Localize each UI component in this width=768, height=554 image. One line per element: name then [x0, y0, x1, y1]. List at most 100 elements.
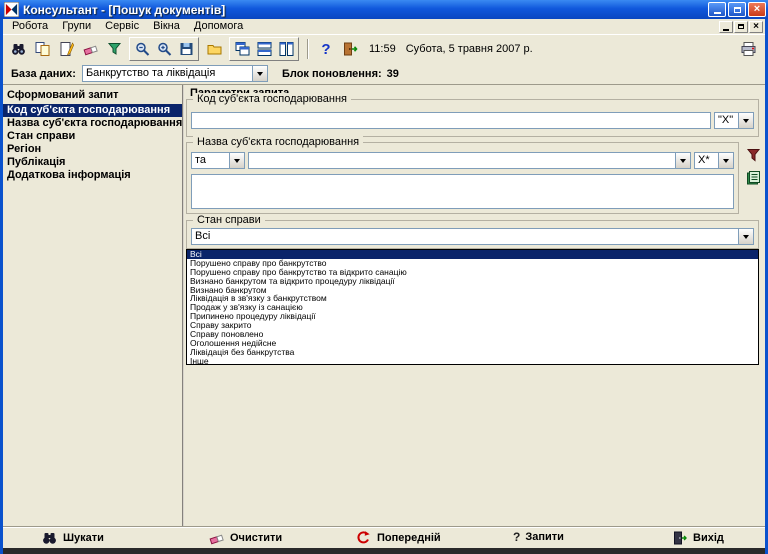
- chevron-down-icon[interactable]: [738, 229, 753, 244]
- tile-vertical-icon[interactable]: [275, 38, 297, 60]
- state-option[interactable]: Оголошення недійсне: [187, 339, 758, 348]
- state-combobox[interactable]: Всі: [191, 228, 754, 245]
- database-combobox[interactable]: Банкрутство та ліквідація: [82, 65, 268, 82]
- query-item-extra-info[interactable]: Додаткова інформація: [3, 169, 182, 182]
- name-group-label: Назва суб'єкта господарювання: [193, 136, 363, 148]
- state-dropdown-list: Всі Порушено справу про банкрутство Пору…: [186, 249, 759, 365]
- state-option[interactable]: Справу закрито: [187, 321, 758, 330]
- close-button[interactable]: ×: [748, 2, 766, 17]
- zoom-in-icon[interactable]: [153, 38, 175, 60]
- clear-button-label: Очистити: [230, 532, 282, 544]
- name-combobox[interactable]: [248, 152, 691, 169]
- mdi-window-controls: ×: [719, 21, 765, 33]
- chevron-down-icon[interactable]: [252, 66, 267, 81]
- state-value: Всі: [192, 229, 738, 244]
- state-group-label: Стан справи: [193, 214, 265, 226]
- state-row: Всі: [191, 228, 754, 245]
- state-option[interactable]: Інше: [187, 357, 758, 365]
- chevron-down-icon[interactable]: [675, 153, 690, 168]
- close-icon: ×: [754, 4, 760, 15]
- code-input[interactable]: [191, 112, 711, 129]
- back-arrow-icon: [355, 530, 372, 546]
- clock-text: 11:59: [369, 43, 396, 55]
- date-text: Субота, 5 травня 2007 р.: [406, 43, 533, 55]
- query-item-code[interactable]: Код суб'єкта господарювання: [3, 104, 182, 117]
- name-input[interactable]: [249, 153, 675, 168]
- query-item-publication[interactable]: Публікація: [3, 156, 182, 169]
- exit-icon: [671, 530, 688, 546]
- state-option[interactable]: Припинено процедуру ліквідації: [187, 312, 758, 321]
- exit-door-icon[interactable]: [339, 38, 361, 60]
- edit-icon[interactable]: [55, 38, 77, 60]
- chevron-down-icon[interactable]: [229, 153, 244, 168]
- zoom-out-icon[interactable]: [131, 38, 153, 60]
- mdi-restore-button[interactable]: [734, 21, 748, 33]
- exit-button[interactable]: Вихід: [671, 530, 724, 546]
- state-groupbox: Стан справи Всі: [186, 220, 759, 249]
- filter-icon[interactable]: [103, 38, 125, 60]
- database-label: База даних:: [11, 68, 76, 80]
- menu-grupy[interactable]: Групи: [55, 19, 98, 34]
- question-icon: ?: [513, 530, 520, 544]
- state-option[interactable]: Справу поновлено: [187, 330, 758, 339]
- name-dictionary-icon[interactable]: [745, 170, 762, 186]
- save-icon[interactable]: [175, 38, 197, 60]
- help-icon[interactable]: ?: [315, 38, 337, 60]
- print-icon[interactable]: [737, 38, 759, 60]
- update-block-value: 39: [387, 68, 399, 80]
- window-controls: ×: [708, 2, 766, 17]
- toolbar: ? 11:59 Субота, 5 травня 2007 р.: [3, 34, 765, 63]
- footer-bar: Шукати Очистити Попередній ? Запити Вихі…: [3, 526, 765, 548]
- menu-vikna[interactable]: Вікна: [146, 19, 187, 34]
- name-mask-combobox[interactable]: X*: [694, 152, 734, 169]
- clear-icon[interactable]: [79, 38, 101, 60]
- menu-servis[interactable]: Сервіс: [98, 19, 146, 34]
- mdi-close-button[interactable]: ×: [749, 21, 763, 33]
- search-button[interactable]: Шукати: [41, 530, 104, 546]
- name-filter-icon[interactable]: [745, 147, 762, 163]
- menu-dopomoga[interactable]: Допомога: [187, 19, 250, 34]
- name-connector-value: та: [192, 153, 229, 168]
- open-folder-icon[interactable]: [203, 38, 225, 60]
- update-block-label: Блок поновлення:: [282, 68, 382, 80]
- queries-button[interactable]: ? Запити: [513, 530, 564, 544]
- search-icon[interactable]: [7, 38, 29, 60]
- exit-button-label: Вихід: [693, 532, 724, 544]
- code-mask-combobox[interactable]: "X": [714, 112, 754, 129]
- state-option[interactable]: Продаж у зв'язку із санацією: [187, 303, 758, 312]
- search-button-label: Шукати: [63, 532, 104, 544]
- minimize-button[interactable]: [708, 2, 726, 17]
- menu-robota[interactable]: Робота: [5, 19, 55, 34]
- query-item-region[interactable]: Регіон: [3, 143, 182, 156]
- cascade-windows-icon[interactable]: [231, 38, 253, 60]
- query-list: Код суб'єкта господарювання Назва суб'єк…: [3, 104, 182, 182]
- name-connector-combobox[interactable]: та: [191, 152, 245, 169]
- code-row: "X": [191, 112, 754, 129]
- documents-icon[interactable]: [31, 38, 53, 60]
- chevron-down-icon[interactable]: [718, 153, 733, 168]
- mdi-minimize-button[interactable]: [719, 21, 733, 33]
- screen-bottom-edge: [3, 548, 765, 554]
- clear-button[interactable]: Очистити: [208, 530, 282, 546]
- tile-horizontal-icon[interactable]: [253, 38, 275, 60]
- state-option[interactable]: Всі: [187, 250, 758, 259]
- state-option[interactable]: Порушено справу про банкрутство: [187, 259, 758, 268]
- previous-button[interactable]: Попередній: [355, 530, 441, 546]
- state-option[interactable]: Ліквідація в зв'язку з банкрутством: [187, 294, 758, 303]
- name-mask-value: X*: [695, 153, 718, 168]
- state-option[interactable]: Визнано банкрутом та відкрито процедуру …: [187, 277, 758, 286]
- name-row: та X*: [191, 152, 734, 169]
- windows-tools-group: [229, 37, 299, 61]
- restore-button[interactable]: [728, 2, 746, 17]
- state-option[interactable]: Порушено справу про банкрутство та відкр…: [187, 268, 758, 277]
- state-option[interactable]: Ліквідація без банкрутства: [187, 348, 758, 357]
- query-item-state[interactable]: Стан справи: [3, 130, 182, 143]
- code-groupbox: Код суб'єкта господарювання "X": [186, 99, 759, 137]
- query-item-name[interactable]: Назва суб'єкта господарювання: [3, 117, 182, 130]
- chevron-down-icon[interactable]: [738, 113, 753, 128]
- name-side-tools: [743, 147, 763, 186]
- state-option[interactable]: Визнано банкрутом: [187, 286, 758, 295]
- mdi-close-icon: ×: [753, 22, 759, 31]
- name-extra-textarea[interactable]: [191, 174, 734, 209]
- eraser-icon: [208, 530, 225, 546]
